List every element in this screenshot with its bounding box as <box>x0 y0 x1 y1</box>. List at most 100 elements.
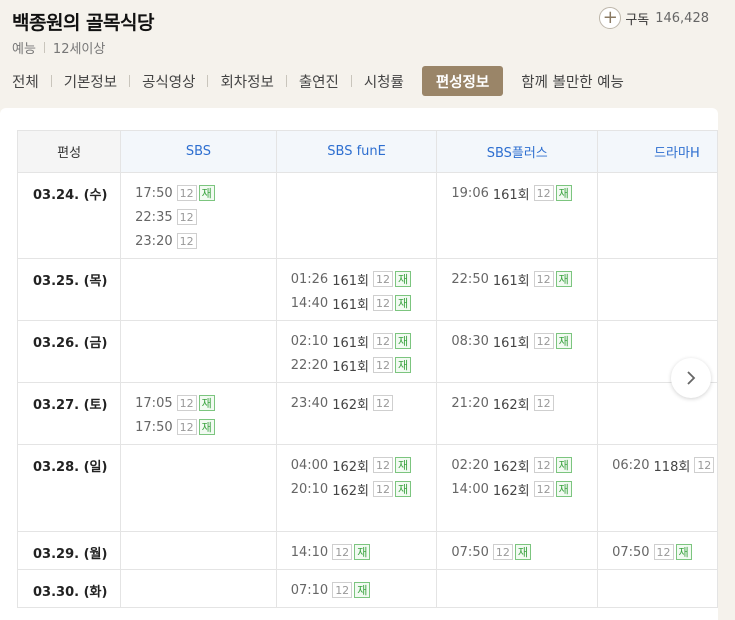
air-time: 17:05 <box>135 395 173 411</box>
air-time: 23:20 <box>135 233 173 249</box>
tab-6[interactable]: 편성정보 <box>421 66 504 96</box>
rerun-badge: 재 <box>555 333 572 349</box>
broadcast-slot: 14:10 12 재 <box>291 540 437 564</box>
episode-number: 162회 <box>492 397 530 413</box>
air-time: 22:50 <box>451 271 489 287</box>
broadcast-slot: 17:50 12 재 <box>135 415 276 439</box>
episode-number: 161회 <box>332 359 369 375</box>
broadcast-slot: 22:20 161회 12 재 <box>291 353 437 377</box>
air-time: 06:20 <box>612 457 650 473</box>
tab-4[interactable]: 출연진 <box>287 66 351 96</box>
broadcast-slot: 06:20 118회 12 <box>612 453 717 477</box>
schedule-row: 03.28. (일) 04:00 162회 12 재 20:10 162회 12 재 02:20 1… <box>16 444 718 532</box>
air-time: 22:20 <box>290 357 329 373</box>
air-time: 17:50 <box>135 419 173 435</box>
air-time: 14:10 <box>290 544 329 560</box>
tab-bar: 전체 기본정보 공식영상 회차정보 출연진 시청률 편성정보 함께 볼만한 예능 <box>0 65 636 97</box>
channel-header: SBS <box>120 130 277 173</box>
schedule-cell: 07:50 12 재 <box>597 531 718 570</box>
rerun-badge: 재 <box>354 582 371 598</box>
schedule-header-row: 편성 SBS SBS funE SBS플러스 드라마H <box>16 130 718 173</box>
broadcast-slot: 22:50 161회 12 재 <box>451 267 597 291</box>
age-rating-badge: 12 <box>533 395 554 411</box>
episode-number: 162회 <box>332 397 369 413</box>
air-time: 21:20 <box>451 395 489 411</box>
rerun-badge: 재 <box>555 271 572 287</box>
schedule-cell: 07:50 12 재 <box>436 531 599 570</box>
air-time: 07:10 <box>290 582 329 598</box>
rerun-badge: 재 <box>394 295 412 311</box>
air-time: 01:26 <box>290 271 329 287</box>
age-rating-badge: 12 <box>176 185 197 201</box>
rerun-badge: 재 <box>354 544 371 560</box>
air-time: 14:40 <box>290 295 329 311</box>
next-channels-button[interactable] <box>671 358 711 398</box>
episode-number: 161회 <box>332 297 369 313</box>
subscribe-button[interactable]: + 구독 146,428 <box>599 7 709 29</box>
subscribe-label: 구독 <box>625 12 650 28</box>
schedule-cell: 02:20 162회 12 재 14:00 162회 12 재 <box>436 444 599 532</box>
date-cell: 03.28. (일) <box>16 444 122 532</box>
broadcast-slot: 07:50 12 재 <box>612 540 717 564</box>
age-rating-badge: 12 <box>533 457 554 473</box>
air-time: 08:30 <box>451 333 489 349</box>
rerun-badge: 재 <box>394 357 412 373</box>
rerun-badge: 재 <box>198 185 215 201</box>
age-rating-badge: 12 <box>372 457 393 473</box>
age-rating-badge: 12 <box>533 271 554 287</box>
broadcast-slot: 14:00 162회 12 재 <box>451 477 597 501</box>
schedule-cell: 14:10 12 재 <box>275 531 438 570</box>
schedule-grid: 편성 SBS SBS funE SBS플러스 드라마H 03.24. (수) 17:50… <box>16 130 718 608</box>
age-rating-badge: 12 <box>372 271 393 287</box>
broadcast-slot: 08:30 161회 12 재 <box>451 329 597 353</box>
broadcast-slot: 04:00 162회 12 재 <box>291 453 437 477</box>
rerun-badge: 재 <box>198 395 215 411</box>
schedule-row: 03.29. (월) 14:10 12 재 07:50 12 재 07:50 12 재 <box>16 531 718 570</box>
air-time: 22:35 <box>135 209 173 225</box>
schedule-row: 03.26. (금) 02:10 161회 12 재 22:20 161회 12 재 08:30 1… <box>16 320 718 383</box>
broadcast-slot: 21:20 162회 12 <box>451 391 597 415</box>
schedule-row: 03.27. (토) 17:05 12 재 17:50 12 재 23:40 162회 12 21:… <box>16 382 718 445</box>
air-time: 07:50 <box>612 544 650 560</box>
date-cell: 03.24. (수) <box>16 172 122 259</box>
rerun-badge: 재 <box>555 481 572 497</box>
age-rating-badge: 12 <box>694 457 715 473</box>
age-rating-badge: 12 <box>372 333 393 349</box>
program-title: 백종원의 골목식당 <box>12 12 154 34</box>
schedule-cell <box>120 569 277 608</box>
age-rating-badge: 12 <box>372 395 393 411</box>
air-time: 04:00 <box>290 457 329 473</box>
age-rating-badge: 12 <box>372 357 393 373</box>
episode-number: 161회 <box>492 335 530 351</box>
schedule-cell <box>120 531 277 570</box>
air-time: 19:06 <box>451 185 489 201</box>
tab-2[interactable]: 공식영상 <box>130 66 207 96</box>
age-rating-badge: 12 <box>533 333 554 349</box>
schedule-cell <box>120 444 277 532</box>
rerun-badge: 재 <box>394 333 412 349</box>
air-time: 20:10 <box>290 481 329 497</box>
tab-1[interactable]: 기본정보 <box>52 66 129 96</box>
meta-divider <box>43 42 45 53</box>
episode-number: 118회 <box>653 459 691 475</box>
tab-3[interactable]: 회차정보 <box>208 66 285 96</box>
broadcast-slot: 17:05 12 재 <box>135 391 276 415</box>
tab-5[interactable]: 시청률 <box>352 66 416 96</box>
program-meta: 예능 12세이상 <box>12 38 105 57</box>
age-rating-badge: 12 <box>372 481 393 497</box>
schedule-cell <box>120 320 277 383</box>
broadcast-slot: 17:50 12 재 <box>135 181 276 205</box>
rerun-badge: 재 <box>198 419 215 435</box>
tab-0[interactable]: 전체 <box>0 66 51 96</box>
broadcast-slot: 01:26 161회 12 재 <box>291 267 437 291</box>
rerun-badge: 재 <box>394 457 412 473</box>
date-cell: 03.27. (토) <box>16 382 122 445</box>
air-time: 14:00 <box>451 481 489 497</box>
chevron-right-icon <box>687 371 696 385</box>
schedule-cell: 22:50 161회 12 재 <box>436 258 599 321</box>
channel-header: 드라마H <box>597 130 718 173</box>
date-cell: 03.30. (화) <box>16 569 122 608</box>
schedule-cell: 02:10 161회 12 재 22:20 161회 12 재 <box>275 320 438 383</box>
tab-7[interactable]: 함께 볼만한 예능 <box>509 66 636 96</box>
corner-header: 편성 <box>16 130 122 173</box>
